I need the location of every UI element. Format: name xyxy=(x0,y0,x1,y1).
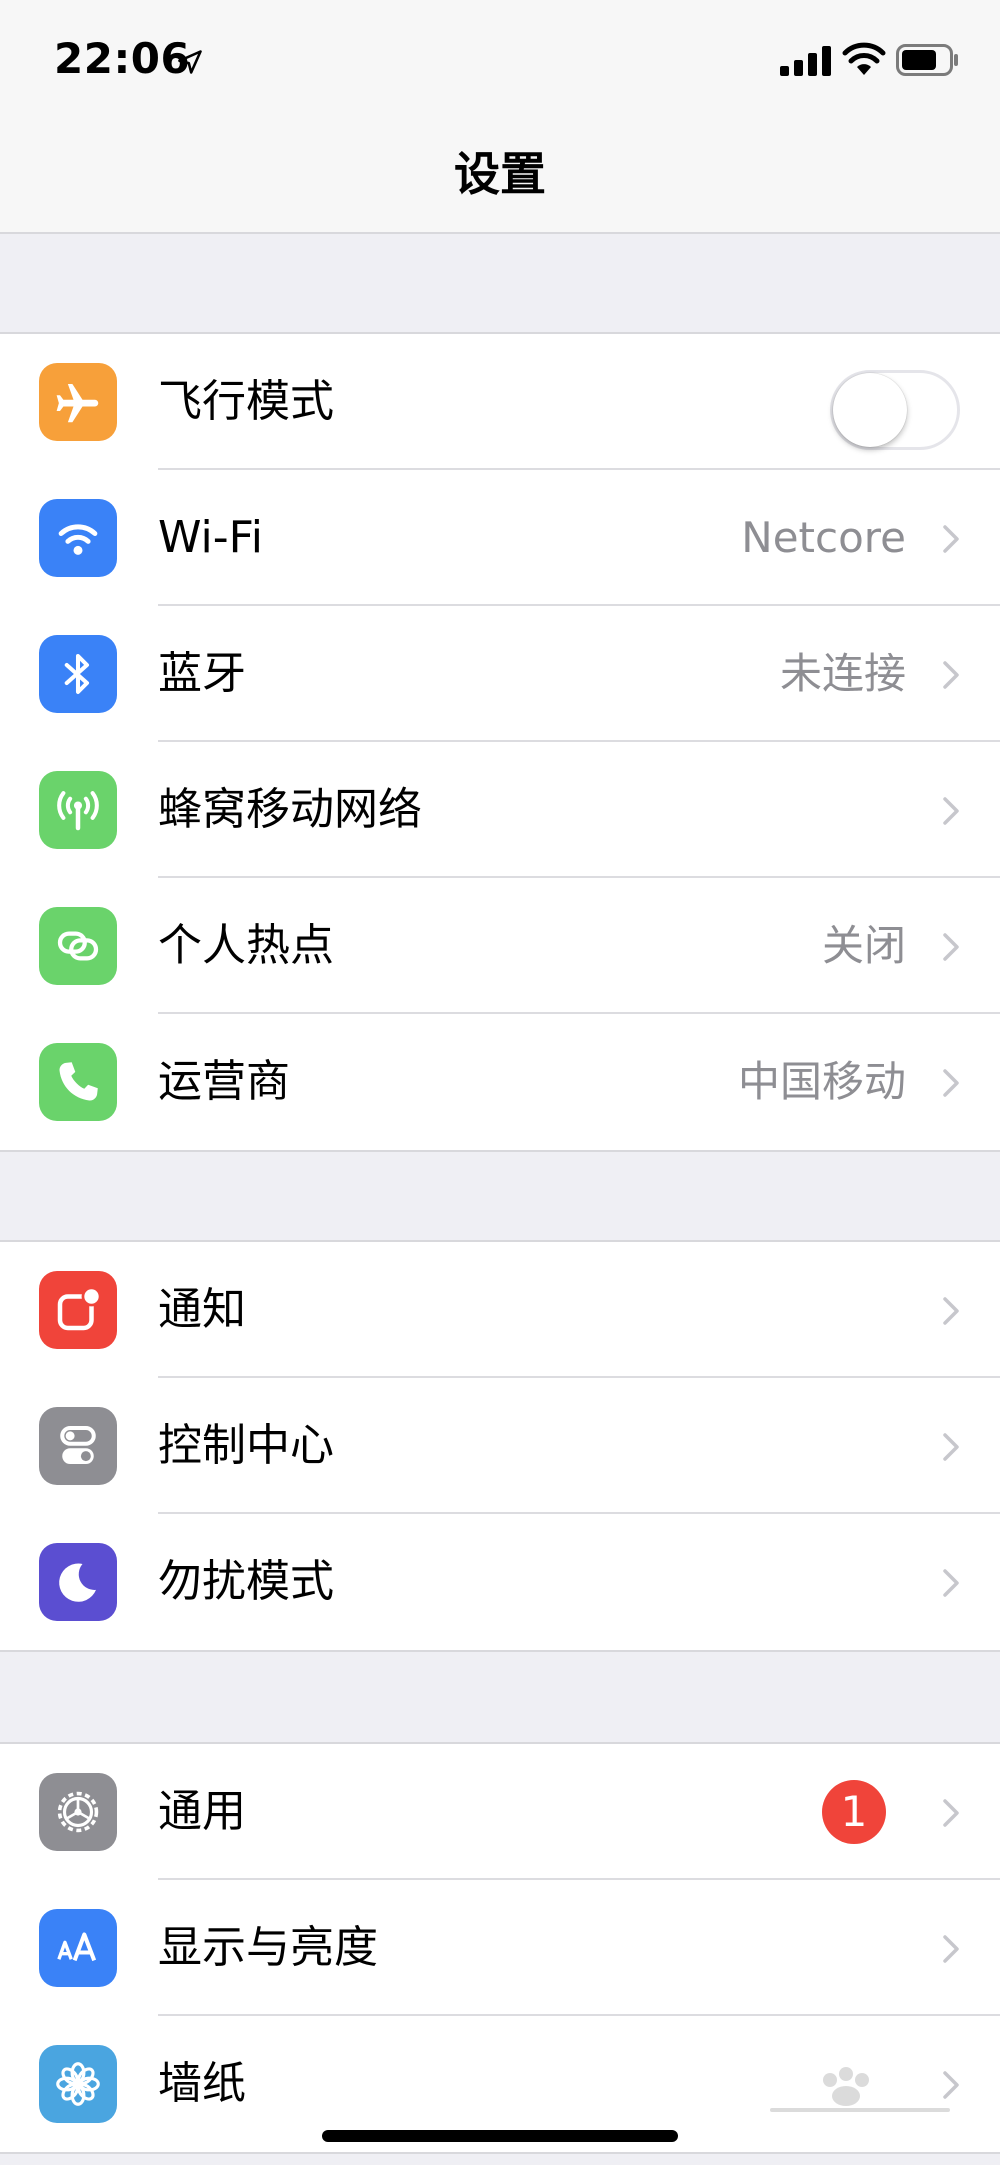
airplane-mode-toggle[interactable] xyxy=(830,370,960,450)
bluetooth-icon xyxy=(39,635,117,713)
settings-group-notifications: 通知 控制中心 勿扰模式 xyxy=(0,1240,1000,1652)
chevron-right-icon xyxy=(943,1799,959,1827)
chevron-right-icon xyxy=(943,1433,959,1461)
chevron-right-icon xyxy=(943,933,959,961)
settings-row-control-center[interactable]: 控制中心 xyxy=(0,1378,1000,1514)
settings-row-notifications[interactable]: 通知 xyxy=(0,1242,1000,1378)
toggle-knob xyxy=(833,373,907,447)
settings-row-airplane-mode[interactable]: 飞行模式 xyxy=(0,334,1000,470)
location-arrow-icon xyxy=(178,50,202,74)
settings-row-value: Netcore xyxy=(741,513,906,562)
cellular-signal-icon xyxy=(780,46,831,76)
gear-icon xyxy=(39,1773,117,1851)
settings-row-label: 飞行模式 xyxy=(158,376,334,427)
settings-row-label: Wi-Fi xyxy=(158,512,263,563)
settings-row-label: 蓝牙 xyxy=(158,648,246,699)
watermark-logo xyxy=(770,2067,950,2112)
status-time: 22:06 xyxy=(54,34,191,83)
chevron-right-icon xyxy=(943,1569,959,1597)
settings-row-personal-hotspot[interactable]: 个人热点 关闭 xyxy=(0,878,1000,1014)
antenna-icon xyxy=(39,771,117,849)
settings-row-value: 中国移动 xyxy=(737,1057,906,1106)
top-bar: 22:06 设置 xyxy=(0,0,1000,234)
phone-icon xyxy=(39,1043,117,1121)
text-size-icon xyxy=(39,1909,117,1987)
settings-group-connectivity: 飞行模式 Wi-Fi Netcore 蓝牙 未连接 蜂窝移动网络 个人热点 关闭… xyxy=(0,332,1000,1152)
settings-row-label: 墙纸 xyxy=(158,2058,246,2109)
hotspot-link-icon xyxy=(39,907,117,985)
settings-row-label: 个人热点 xyxy=(158,920,334,971)
chevron-right-icon xyxy=(943,1297,959,1325)
control-center-icon xyxy=(39,1407,117,1485)
battery-icon xyxy=(896,44,958,76)
chevron-right-icon xyxy=(943,525,959,553)
settings-screen: 22:06 设置 飞行模式 Wi-Fi Netcore 蓝牙 未连接 蜂窝移动网… xyxy=(0,0,1000,2165)
chevron-right-icon xyxy=(943,1069,959,1097)
settings-row-cellular[interactable]: 蜂窝移动网络 xyxy=(0,742,1000,878)
chevron-right-icon xyxy=(943,1935,959,1963)
airplane-icon xyxy=(39,363,117,441)
settings-row-wifi[interactable]: Wi-Fi Netcore xyxy=(0,470,1000,606)
settings-row-label: 蜂窝移动网络 xyxy=(158,784,422,835)
chevron-right-icon xyxy=(943,661,959,689)
settings-row-label: 通知 xyxy=(158,1284,246,1335)
settings-row-label: 勿扰模式 xyxy=(158,1556,334,1607)
settings-row-carrier[interactable]: 运营商 中国移动 xyxy=(0,1014,1000,1150)
chevron-right-icon xyxy=(943,797,959,825)
wifi-icon xyxy=(842,42,886,75)
wifi-icon xyxy=(39,499,117,577)
settings-row-label: 显示与亮度 xyxy=(158,1922,378,1973)
settings-row-label: 通用 xyxy=(158,1786,246,1837)
settings-row-label: 运营商 xyxy=(158,1056,290,1107)
settings-row-value: 关闭 xyxy=(821,921,906,970)
settings-row-do-not-disturb[interactable]: 勿扰模式 xyxy=(0,1514,1000,1650)
page-title: 设置 xyxy=(454,147,546,201)
notification-icon xyxy=(39,1271,117,1349)
settings-row-display-brightness[interactable]: 显示与亮度 xyxy=(0,1880,1000,2016)
settings-row-bluetooth[interactable]: 蓝牙 未连接 xyxy=(0,606,1000,742)
moon-icon xyxy=(39,1543,117,1621)
settings-row-general[interactable]: 通用 1 xyxy=(0,1744,1000,1880)
flower-icon xyxy=(39,2045,117,2123)
update-count-badge: 1 xyxy=(822,1780,886,1844)
settings-row-label: 控制中心 xyxy=(158,1420,334,1471)
settings-row-value: 未连接 xyxy=(779,649,906,698)
home-indicator[interactable] xyxy=(322,2130,678,2142)
